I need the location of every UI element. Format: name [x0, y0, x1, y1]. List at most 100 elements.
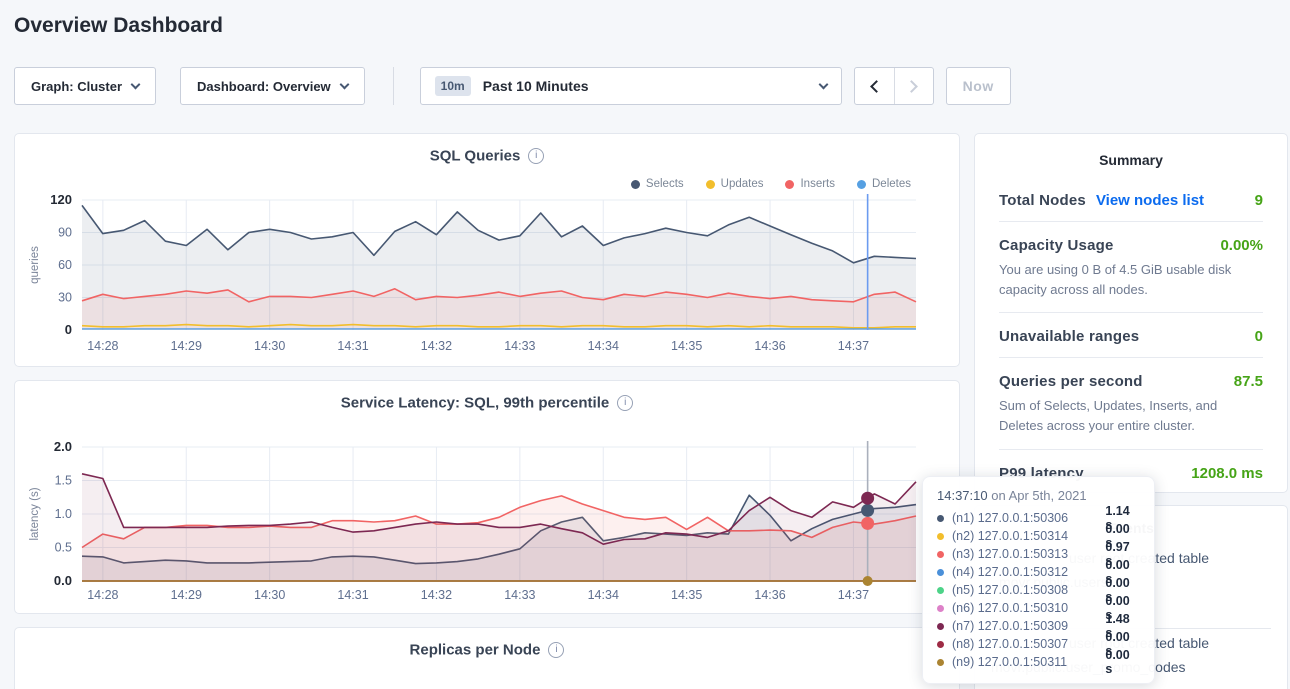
node-color-dot-icon: [937, 569, 944, 576]
chevron-down-icon: [339, 79, 349, 89]
legend-dot-icon: [706, 180, 715, 189]
summary-label: Total Nodes: [999, 192, 1086, 209]
svg-text:1.5: 1.5: [55, 474, 72, 488]
summary-label: Capacity Usage: [999, 237, 1114, 254]
service-latency-chart-card: Service Latency: SQL, 99th percentile i 1…: [14, 380, 960, 614]
sql-queries-chart[interactable]: 14:2814:2914:3014:3114:3214:3314:3414:35…: [16, 190, 960, 366]
node-color-dot-icon: [937, 659, 944, 666]
node-color-dot-icon: [937, 641, 944, 648]
node-color-dot-icon: [937, 551, 944, 558]
svg-text:14:34: 14:34: [588, 339, 619, 353]
svg-text:14:34: 14:34: [588, 588, 619, 602]
legend-item-selects[interactable]: Selects: [631, 178, 684, 190]
summary-value: 87.5: [1234, 373, 1263, 390]
service-latency-chart[interactable]: 14:2814:2914:3014:3114:3214:3314:3414:35…: [16, 427, 960, 613]
node-address: (n5) 127.0.0.1:50308: [952, 583, 1097, 597]
legend-item-deletes[interactable]: Deletes: [857, 178, 911, 190]
chart-title-text: Service Latency: SQL, 99th percentile: [341, 395, 609, 412]
node-address: (n6) 127.0.0.1:50310: [952, 601, 1097, 615]
chevron-left-icon: [870, 80, 883, 93]
summary-panel: Summary Total Nodes View nodes list 9 Ca…: [974, 133, 1288, 493]
node-color-dot-icon: [937, 587, 944, 594]
dashboard-dropdown[interactable]: Dashboard: Overview: [180, 67, 365, 105]
node-address: (n8) 127.0.0.1:50307: [952, 637, 1097, 651]
legend-label: Selects: [646, 178, 684, 190]
controls-divider: [393, 67, 394, 105]
node-color-dot-icon: [937, 623, 944, 630]
svg-text:queries: queries: [29, 246, 41, 284]
service-latency-chart-title: Service Latency: SQL, 99th percentile i: [15, 394, 959, 412]
summary-title: Summary: [999, 152, 1263, 168]
svg-text:14:30: 14:30: [254, 588, 285, 602]
legend-item-updates[interactable]: Updates: [706, 178, 764, 190]
summary-value: 9: [1255, 192, 1263, 209]
svg-text:120: 120: [50, 192, 72, 207]
summary-value: 1208.0 ms: [1191, 465, 1263, 482]
summary-row-unavailable-ranges: Unavailable ranges 0: [999, 313, 1263, 358]
time-prev-button[interactable]: [855, 68, 894, 104]
svg-text:60: 60: [58, 258, 72, 272]
sql-queries-legend: Selects Updates Inserts Deletes: [631, 178, 911, 190]
chevron-down-icon: [131, 79, 141, 89]
info-icon[interactable]: i: [528, 148, 544, 164]
node-address: (n2) 127.0.0.1:50314: [952, 529, 1097, 543]
summary-value: 0.00%: [1220, 237, 1263, 254]
chart-hover-tooltip: 14:37:10 on Apr 5th, 2021 (n1) 127.0.0.1…: [922, 476, 1155, 684]
overview-dashboard-page: Overview Dashboard Graph: Cluster Dashbo…: [0, 0, 1290, 689]
svg-text:0: 0: [65, 322, 72, 337]
chevron-down-icon: [818, 79, 828, 89]
summary-row-total-nodes: Total Nodes View nodes list 9: [999, 168, 1263, 222]
node-address: (n9) 127.0.0.1:50311: [952, 655, 1097, 669]
legend-item-inserts[interactable]: Inserts: [785, 178, 835, 190]
node-address: (n4) 127.0.0.1:50312: [952, 565, 1097, 579]
summary-row-capacity-usage: Capacity Usage 0.00% You are using 0 B o…: [999, 222, 1263, 313]
svg-text:14:32: 14:32: [421, 339, 452, 353]
svg-text:14:35: 14:35: [671, 339, 702, 353]
svg-text:1.0: 1.0: [55, 507, 72, 521]
node-address: (n7) 127.0.0.1:50309: [952, 619, 1097, 633]
time-next-button[interactable]: [894, 68, 933, 104]
graph-dropdown-label: Graph: Cluster: [31, 79, 122, 94]
svg-text:0.0: 0.0: [54, 573, 72, 588]
svg-text:14:32: 14:32: [421, 588, 452, 602]
legend-dot-icon: [857, 180, 866, 189]
time-range-badge: 10m: [435, 76, 471, 96]
svg-text:14:35: 14:35: [671, 588, 702, 602]
replicas-per-node-chart-card: Replicas per Nodei: [14, 627, 960, 689]
info-icon[interactable]: i: [548, 642, 564, 658]
summary-description: You are using 0 B of 4.5 GiB usable disk…: [999, 260, 1263, 300]
time-range-dropdown[interactable]: 10m Past 10 Minutes: [420, 67, 842, 105]
svg-text:14:36: 14:36: [754, 339, 785, 353]
chevron-right-icon: [905, 80, 918, 93]
svg-text:14:37: 14:37: [838, 588, 869, 602]
time-range-label: Past 10 Minutes: [483, 78, 589, 94]
sql-queries-chart-title: SQL Queriesi: [15, 147, 959, 165]
svg-text:14:28: 14:28: [87, 339, 118, 353]
info-icon[interactable]: i: [617, 395, 633, 411]
svg-text:14:30: 14:30: [254, 339, 285, 353]
node-address: (n3) 127.0.0.1:50313: [952, 547, 1097, 561]
now-button[interactable]: Now: [946, 67, 1011, 105]
svg-text:2.0: 2.0: [54, 439, 72, 454]
node-color-dot-icon: [937, 605, 944, 612]
svg-text:14:29: 14:29: [171, 588, 202, 602]
node-color-dot-icon: [937, 515, 944, 522]
svg-text:latency (s): latency (s): [29, 487, 41, 540]
svg-text:14:36: 14:36: [754, 588, 785, 602]
view-nodes-list-link[interactable]: View nodes list: [1096, 192, 1204, 209]
page-title: Overview Dashboard: [14, 14, 223, 38]
svg-text:0.5: 0.5: [55, 541, 72, 555]
summary-value: 0: [1255, 328, 1263, 345]
summary-label: Unavailable ranges: [999, 328, 1139, 345]
node-address: (n1) 127.0.0.1:50306: [952, 511, 1097, 525]
dashboard-dropdown-label: Dashboard: Overview: [197, 79, 331, 94]
node-latency-value: 0.00 s: [1105, 648, 1140, 676]
svg-text:14:37: 14:37: [838, 339, 869, 353]
svg-text:14:31: 14:31: [337, 339, 368, 353]
tooltip-time: 14:37:10: [937, 488, 988, 503]
tooltip-node-row: (n9) 127.0.0.1:503110.00 s: [937, 653, 1140, 671]
svg-text:14:33: 14:33: [504, 588, 535, 602]
graph-dropdown[interactable]: Graph: Cluster: [14, 67, 156, 105]
summary-row-queries-per-second: Queries per second 87.5 Sum of Selects, …: [999, 358, 1263, 449]
summary-description: Sum of Selects, Updates, Inserts, and De…: [999, 396, 1263, 436]
